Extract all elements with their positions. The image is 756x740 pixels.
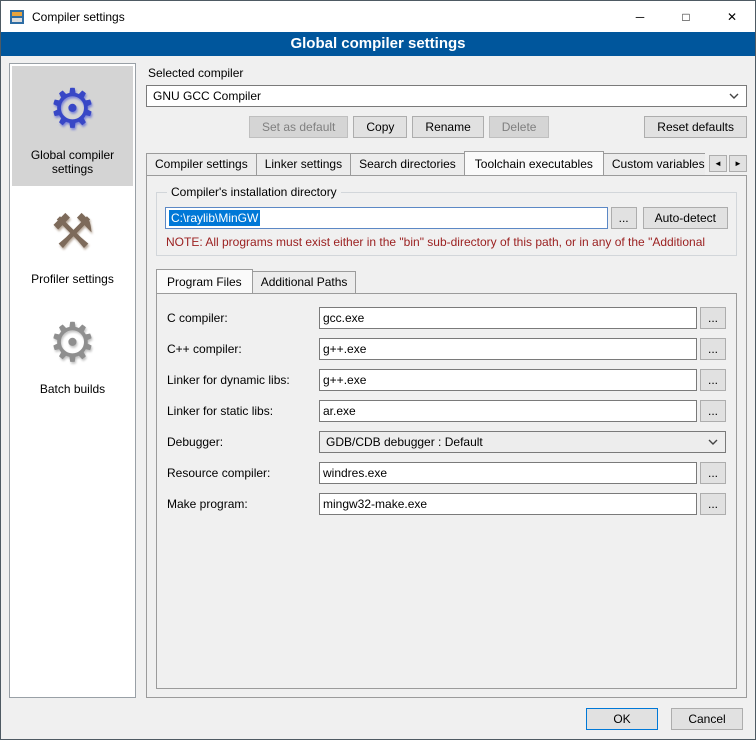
field-value: ar.exe [323, 404, 356, 418]
make-program-input[interactable]: mingw32-make.exe [319, 493, 697, 515]
linker-dynamic-input[interactable]: g++.exe [319, 369, 697, 391]
dialog-footer: OK Cancel [1, 704, 755, 739]
installation-directory-legend: Compiler's installation directory [167, 185, 341, 199]
window-title: Compiler settings [32, 10, 617, 24]
field-value: gcc.exe [323, 311, 364, 325]
selected-text: C:\raylib\MinGW [169, 210, 260, 226]
compiler-actions: Set as default Copy Rename Delete Reset … [146, 116, 747, 138]
dialog-body: ⚙ Global compiler settings ⚒ Profiler se… [1, 56, 755, 704]
page-title: Global compiler settings [1, 32, 755, 56]
tab-scroll-right-button[interactable]: ► [729, 155, 747, 172]
form-row: Linker for dynamic libs: g++.exe ... [167, 369, 726, 391]
sidebar-item-profiler-settings[interactable]: ⚒ Profiler settings [12, 190, 133, 296]
sidebar-item-label: Profiler settings [31, 272, 114, 286]
programs-tabstrip: Program Files Additional Paths [156, 269, 737, 293]
installation-directory-group: Compiler's installation directory C:\ray… [156, 185, 737, 256]
note-text: NOTE: All programs must exist either in … [166, 235, 728, 249]
sidebar-item-batch-builds[interactable]: ⚙ Batch builds [12, 300, 133, 406]
sidebar-item-global-compiler-settings[interactable]: ⚙ Global compiler settings [12, 66, 133, 186]
cpp-compiler-input[interactable]: g++.exe [319, 338, 697, 360]
field-value: g++.exe [323, 342, 366, 356]
chevron-down-icon [708, 439, 718, 445]
c-compiler-label: C compiler: [167, 311, 319, 325]
subtab-program-files[interactable]: Program Files [156, 269, 253, 293]
main-panel: Selected compiler GNU GCC Compiler Set a… [146, 63, 747, 698]
settings-tabstrip: Compiler settings Linker settings Search… [146, 151, 747, 175]
close-button[interactable]: ✕ [709, 1, 755, 32]
linker-dynamic-label: Linker for dynamic libs: [167, 373, 319, 387]
form-row: Linker for static libs: ar.exe ... [167, 400, 726, 422]
tab-custom-variables[interactable]: Custom variables [603, 153, 705, 175]
linker-dynamic-browse-button[interactable]: ... [700, 369, 726, 391]
delete-button[interactable]: Delete [489, 116, 550, 138]
tab-search-directories[interactable]: Search directories [350, 153, 465, 175]
auto-detect-button[interactable]: Auto-detect [643, 207, 728, 229]
install-dir-input[interactable]: C:\raylib\MinGW [165, 207, 608, 229]
field-value: mingw32-make.exe [323, 497, 427, 511]
linker-static-label: Linker for static libs: [167, 404, 319, 418]
reset-defaults-button[interactable]: Reset defaults [644, 116, 747, 138]
resource-compiler-browse-button[interactable]: ... [700, 462, 726, 484]
copy-button[interactable]: Copy [353, 116, 407, 138]
app-icon [9, 9, 25, 25]
maximize-button[interactable]: □ [663, 1, 709, 32]
sidebar-item-label: Batch builds [40, 382, 105, 396]
form-row: C++ compiler: g++.exe ... [167, 338, 726, 360]
selected-compiler-dropdown[interactable]: GNU GCC Compiler [146, 85, 747, 107]
resource-compiler-label: Resource compiler: [167, 466, 319, 480]
form-row: Debugger: GDB/CDB debugger : Default [167, 431, 726, 453]
minimize-button[interactable]: ─ [617, 1, 663, 32]
tab-toolchain-executables[interactable]: Toolchain executables [464, 151, 604, 175]
toolchain-executables-panel: Compiler's installation directory C:\ray… [146, 175, 747, 698]
gear-stack-icon: ⚙ [48, 308, 96, 378]
field-value: g++.exe [323, 373, 366, 387]
window-controls: ─ □ ✕ [617, 1, 755, 32]
c-compiler-input[interactable]: gcc.exe [319, 307, 697, 329]
field-value: GDB/CDB debugger : Default [326, 435, 483, 449]
rename-button[interactable]: Rename [412, 116, 483, 138]
resource-compiler-input[interactable]: windres.exe [319, 462, 697, 484]
c-compiler-browse-button[interactable]: ... [700, 307, 726, 329]
tab-compiler-settings[interactable]: Compiler settings [146, 153, 257, 175]
make-program-browse-button[interactable]: ... [700, 493, 726, 515]
cpp-compiler-browse-button[interactable]: ... [700, 338, 726, 360]
install-dir-browse-button[interactable]: ... [611, 207, 637, 229]
sidebar-item-label: Global compiler settings [15, 148, 130, 176]
linker-static-browse-button[interactable]: ... [700, 400, 726, 422]
sidebar: ⚙ Global compiler settings ⚒ Profiler se… [9, 63, 136, 698]
installation-directory-row: C:\raylib\MinGW ... Auto-detect [165, 207, 728, 229]
cancel-button[interactable]: Cancel [671, 708, 743, 730]
tab-scroll-left-button[interactable]: ◄ [709, 155, 727, 172]
tabs: Compiler settings Linker settings Search… [146, 151, 705, 175]
linker-static-input[interactable]: ar.exe [319, 400, 697, 422]
tab-scroll-arrows: ◄ ► [709, 155, 747, 172]
debugger-select[interactable]: GDB/CDB debugger : Default [319, 431, 726, 453]
titlebar: Compiler settings ─ □ ✕ [1, 1, 755, 32]
subtab-additional-paths[interactable]: Additional Paths [252, 271, 357, 293]
tools-icon: ⚒ [51, 198, 94, 268]
compiler-settings-window: Compiler settings ─ □ ✕ Global compiler … [0, 0, 756, 740]
program-files-panel: C compiler: gcc.exe ... C++ compiler: [156, 293, 737, 689]
subtabs: Program Files Additional Paths [156, 269, 737, 293]
ok-button[interactable]: OK [586, 708, 658, 730]
tab-linker-settings[interactable]: Linker settings [256, 153, 351, 175]
field-value: windres.exe [323, 466, 387, 480]
form-row: C compiler: gcc.exe ... [167, 307, 726, 329]
set-as-default-button[interactable]: Set as default [249, 116, 348, 138]
form-row: Resource compiler: windres.exe ... [167, 462, 726, 484]
cpp-compiler-label: C++ compiler: [167, 342, 319, 356]
gear-icon: ⚙ [48, 74, 96, 144]
debugger-label: Debugger: [167, 435, 319, 449]
chevron-down-icon [729, 93, 739, 99]
form-row: Make program: mingw32-make.exe ... [167, 493, 726, 515]
selected-compiler-value: GNU GCC Compiler [153, 89, 261, 103]
selected-compiler-label: Selected compiler [148, 66, 747, 80]
make-program-label: Make program: [167, 497, 319, 511]
